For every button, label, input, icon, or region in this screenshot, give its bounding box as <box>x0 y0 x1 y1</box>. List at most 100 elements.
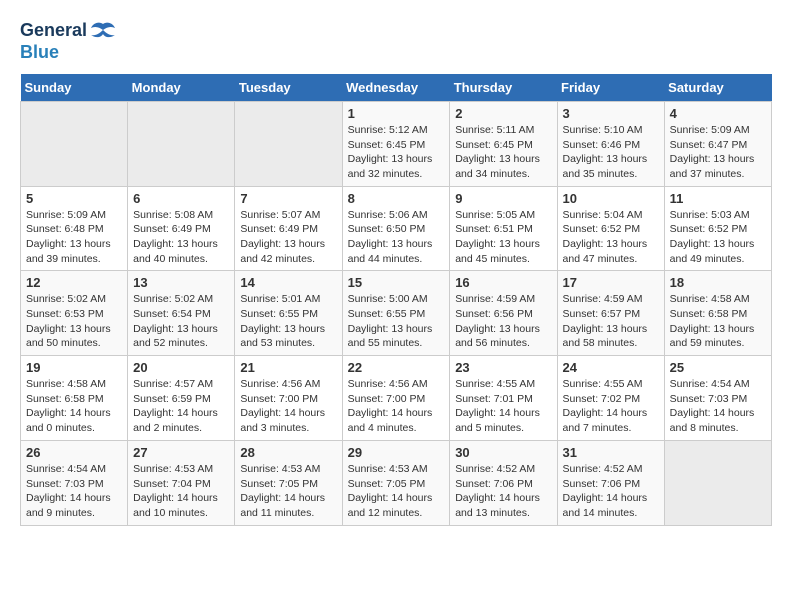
day-number: 2 <box>455 106 551 121</box>
weekday-header-friday: Friday <box>557 74 664 102</box>
day-number: 25 <box>670 360 766 375</box>
day-number: 22 <box>348 360 445 375</box>
day-info: Sunrise: 5:09 AM Sunset: 6:47 PM Dayligh… <box>670 123 766 182</box>
day-info: Sunrise: 4:52 AM Sunset: 7:06 PM Dayligh… <box>455 462 551 521</box>
day-info: Sunrise: 5:01 AM Sunset: 6:55 PM Dayligh… <box>240 292 336 351</box>
day-info: Sunrise: 4:59 AM Sunset: 6:56 PM Dayligh… <box>455 292 551 351</box>
day-info: Sunrise: 4:53 AM Sunset: 7:04 PM Dayligh… <box>133 462 229 521</box>
day-info: Sunrise: 5:09 AM Sunset: 6:48 PM Dayligh… <box>26 208 122 267</box>
calendar-cell: 28 Sunrise: 4:53 AM Sunset: 7:05 PM Dayli… <box>235 440 342 525</box>
day-number: 12 <box>26 275 122 290</box>
day-info: Sunrise: 5:04 AM Sunset: 6:52 PM Dayligh… <box>563 208 659 267</box>
calendar-cell: 2 Sunrise: 5:11 AM Sunset: 6:45 PM Daylig… <box>450 101 557 186</box>
day-info: Sunrise: 4:56 AM Sunset: 7:00 PM Dayligh… <box>348 377 445 436</box>
day-number: 20 <box>133 360 229 375</box>
day-number: 1 <box>348 106 445 121</box>
calendar-cell: 26 Sunrise: 4:54 AM Sunset: 7:03 PM Dayli… <box>21 440 128 525</box>
day-number: 26 <box>26 445 122 460</box>
calendar-cell: 9 Sunrise: 5:05 AM Sunset: 6:51 PM Daylig… <box>450 186 557 271</box>
calendar-cell: 12 Sunrise: 5:02 AM Sunset: 6:53 PM Dayli… <box>21 271 128 356</box>
calendar-cell: 17 Sunrise: 4:59 AM Sunset: 6:57 PM Dayli… <box>557 271 664 356</box>
logo: General Blue <box>20 20 117 64</box>
week-row-5: 26 Sunrise: 4:54 AM Sunset: 7:03 PM Dayli… <box>21 440 772 525</box>
day-info: Sunrise: 5:06 AM Sunset: 6:50 PM Dayligh… <box>348 208 445 267</box>
day-info: Sunrise: 4:58 AM Sunset: 6:58 PM Dayligh… <box>670 292 766 351</box>
day-info: Sunrise: 5:02 AM Sunset: 6:53 PM Dayligh… <box>26 292 122 351</box>
day-number: 29 <box>348 445 445 460</box>
day-number: 8 <box>348 191 445 206</box>
calendar-cell: 19 Sunrise: 4:58 AM Sunset: 6:58 PM Dayli… <box>21 356 128 441</box>
day-info: Sunrise: 5:11 AM Sunset: 6:45 PM Dayligh… <box>455 123 551 182</box>
logo-bird-icon <box>89 20 117 42</box>
day-info: Sunrise: 4:55 AM Sunset: 7:01 PM Dayligh… <box>455 377 551 436</box>
calendar-table: SundayMondayTuesdayWednesdayThursdayFrid… <box>20 74 772 526</box>
day-info: Sunrise: 4:56 AM Sunset: 7:00 PM Dayligh… <box>240 377 336 436</box>
calendar-cell: 11Sunrise: 5:03 AM Sunset: 6:52 PM Dayli… <box>664 186 771 271</box>
day-number: 17 <box>563 275 659 290</box>
day-info: Sunrise: 4:59 AM Sunset: 6:57 PM Dayligh… <box>563 292 659 351</box>
day-number: 6 <box>133 191 229 206</box>
day-info: Sunrise: 5:05 AM Sunset: 6:51 PM Dayligh… <box>455 208 551 267</box>
weekday-header-sunday: Sunday <box>21 74 128 102</box>
calendar-cell: 5 Sunrise: 5:09 AM Sunset: 6:48 PM Daylig… <box>21 186 128 271</box>
day-number: 9 <box>455 191 551 206</box>
day-number: 10 <box>563 191 659 206</box>
day-number: 4 <box>670 106 766 121</box>
calendar-cell: 15Sunrise: 5:00 AM Sunset: 6:55 PM Dayli… <box>342 271 450 356</box>
weekday-header-row: SundayMondayTuesdayWednesdayThursdayFrid… <box>21 74 772 102</box>
day-info: Sunrise: 4:54 AM Sunset: 7:03 PM Dayligh… <box>26 462 122 521</box>
day-info: Sunrise: 4:53 AM Sunset: 7:05 PM Dayligh… <box>240 462 336 521</box>
weekday-header-monday: Monday <box>128 74 235 102</box>
calendar-cell: 27 Sunrise: 4:53 AM Sunset: 7:04 PM Dayli… <box>128 440 235 525</box>
weekday-header-wednesday: Wednesday <box>342 74 450 102</box>
day-info: Sunrise: 5:08 AM Sunset: 6:49 PM Dayligh… <box>133 208 229 267</box>
weekday-header-saturday: Saturday <box>664 74 771 102</box>
calendar-cell <box>21 101 128 186</box>
calendar-cell: 4 Sunrise: 5:09 AM Sunset: 6:47 PM Daylig… <box>664 101 771 186</box>
day-number: 30 <box>455 445 551 460</box>
calendar-cell: 3 Sunrise: 5:10 AM Sunset: 6:46 PM Daylig… <box>557 101 664 186</box>
calendar-cell <box>128 101 235 186</box>
day-info: Sunrise: 4:53 AM Sunset: 7:05 PM Dayligh… <box>348 462 445 521</box>
calendar-cell <box>235 101 342 186</box>
day-info: Sunrise: 5:07 AM Sunset: 6:49 PM Dayligh… <box>240 208 336 267</box>
day-info: Sunrise: 5:12 AM Sunset: 6:45 PM Dayligh… <box>348 123 445 182</box>
weekday-header-thursday: Thursday <box>450 74 557 102</box>
day-number: 11 <box>670 191 766 206</box>
calendar-cell: 16 Sunrise: 4:59 AM Sunset: 6:56 PM Dayli… <box>450 271 557 356</box>
calendar-cell: 10 Sunrise: 5:04 AM Sunset: 6:52 PM Dayli… <box>557 186 664 271</box>
day-number: 19 <box>26 360 122 375</box>
calendar-cell: 29 Sunrise: 4:53 AM Sunset: 7:05 PM Dayli… <box>342 440 450 525</box>
day-number: 27 <box>133 445 229 460</box>
day-number: 14 <box>240 275 336 290</box>
day-number: 24 <box>563 360 659 375</box>
weekday-header-tuesday: Tuesday <box>235 74 342 102</box>
day-number: 21 <box>240 360 336 375</box>
day-number: 13 <box>133 275 229 290</box>
week-row-2: 5 Sunrise: 5:09 AM Sunset: 6:48 PM Daylig… <box>21 186 772 271</box>
week-row-1: 1 Sunrise: 5:12 AM Sunset: 6:45 PM Daylig… <box>21 101 772 186</box>
day-number: 16 <box>455 275 551 290</box>
day-info: Sunrise: 4:54 AM Sunset: 7:03 PM Dayligh… <box>670 377 766 436</box>
day-number: 7 <box>240 191 336 206</box>
day-number: 3 <box>563 106 659 121</box>
logo-text: General Blue <box>20 20 117 64</box>
day-info: Sunrise: 4:55 AM Sunset: 7:02 PM Dayligh… <box>563 377 659 436</box>
calendar-cell: 20Sunrise: 4:57 AM Sunset: 6:59 PM Dayli… <box>128 356 235 441</box>
calendar-cell: 25 Sunrise: 4:54 AM Sunset: 7:03 PM Dayli… <box>664 356 771 441</box>
calendar-cell: 7 Sunrise: 5:07 AM Sunset: 6:49 PM Daylig… <box>235 186 342 271</box>
calendar-cell: 14 Sunrise: 5:01 AM Sunset: 6:55 PM Dayli… <box>235 271 342 356</box>
day-info: Sunrise: 4:58 AM Sunset: 6:58 PM Dayligh… <box>26 377 122 436</box>
day-info: Sunrise: 4:52 AM Sunset: 7:06 PM Dayligh… <box>563 462 659 521</box>
calendar-cell: 23Sunrise: 4:55 AM Sunset: 7:01 PM Dayli… <box>450 356 557 441</box>
day-number: 5 <box>26 191 122 206</box>
day-number: 18 <box>670 275 766 290</box>
day-number: 28 <box>240 445 336 460</box>
day-info: Sunrise: 5:02 AM Sunset: 6:54 PM Dayligh… <box>133 292 229 351</box>
day-info: Sunrise: 5:10 AM Sunset: 6:46 PM Dayligh… <box>563 123 659 182</box>
day-number: 31 <box>563 445 659 460</box>
page-header: General Blue <box>20 20 772 64</box>
calendar-cell: 22 Sunrise: 4:56 AM Sunset: 7:00 PM Dayli… <box>342 356 450 441</box>
calendar-cell: 21 Sunrise: 4:56 AM Sunset: 7:00 PM Dayli… <box>235 356 342 441</box>
calendar-cell: 18 Sunrise: 4:58 AM Sunset: 6:58 PM Dayli… <box>664 271 771 356</box>
